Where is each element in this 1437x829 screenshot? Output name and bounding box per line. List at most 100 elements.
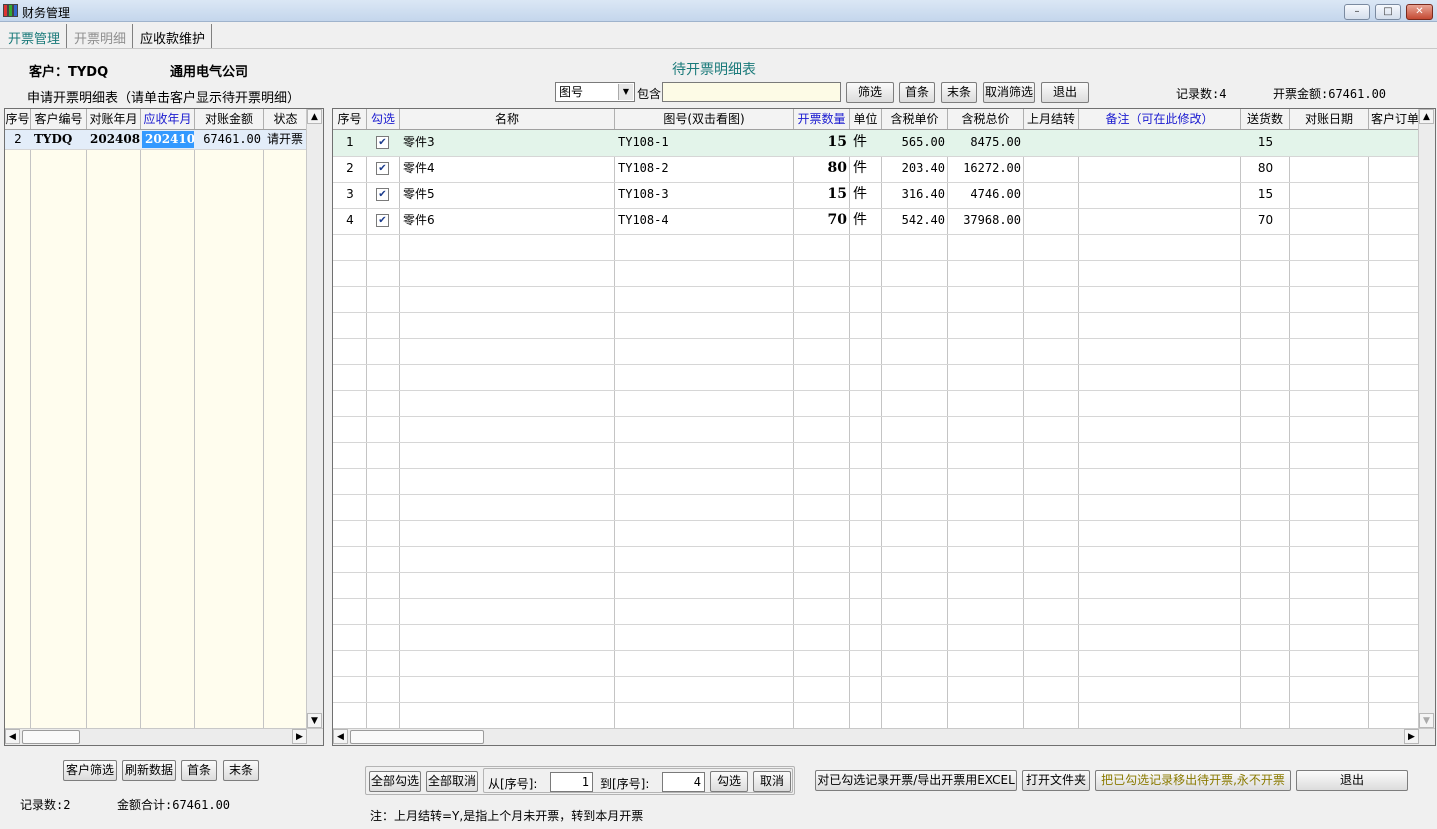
row-checkbox[interactable]: ✔ [367,182,400,208]
row-note[interactable] [1079,156,1241,182]
to-seq-input[interactable]: 4 [662,772,705,792]
col-drawing[interactable]: 图号(双击看图) [615,109,794,129]
chevron-down-icon[interactable]: ▼ [618,84,633,100]
left-horizontal-scrollbar[interactable]: ◀ ▶ [5,728,323,745]
col-seq[interactable]: 序号 [333,109,367,129]
filter-value-input[interactable] [662,82,841,102]
scroll-left-icon[interactable]: ◀ [333,729,348,744]
row-note[interactable] [1079,208,1241,234]
left-first-button[interactable]: 首条 [181,760,217,781]
left-col-status[interactable]: 状态 [264,109,308,129]
left-col-code[interactable]: 客户编号 [31,109,87,129]
tab-receivable-maintenance[interactable]: 应收款维护 [134,24,213,48]
left-col-recv-ym[interactable]: 应收年月 [141,109,195,129]
row-note[interactable] [1079,130,1241,156]
table-row[interactable]: 4 ✔ 零件6 TY108-4 70 件 542.40 37968.00 70 [333,208,1418,234]
col-check[interactable]: 勾选 [367,109,400,129]
exit-button[interactable]: 退出 [1296,770,1408,791]
check-range-button[interactable]: 勾选 [710,771,748,792]
select-all-button[interactable]: 全部勾选 [369,771,421,792]
left-row-amount: 67461.00 [203,132,261,146]
right-scroll-thumb[interactable] [350,730,484,744]
scroll-up-icon[interactable]: ▲ [1419,109,1434,124]
invoice-request-grid[interactable]: 序号 客户编号 对账年月 应收年月 对账金额 状态 2 TYDQ 202408 … [4,108,324,746]
refresh-data-button[interactable]: 刷新数据 [122,760,176,781]
left-amount-total: 金额合计:67461.00 [117,798,231,812]
row-carry [1024,182,1079,208]
customer-filter-button[interactable]: 客户筛选 [63,760,117,781]
row-date [1290,130,1369,156]
col-delivered[interactable]: 送货数 [1241,109,1290,129]
table-row[interactable]: 1 ✔ 零件3 TY108-1 15 件 565.00 8475.00 15 [333,130,1418,156]
maximize-button[interactable]: □ [1375,4,1401,20]
tab-invoice-management[interactable]: 开票管理 [2,24,68,48]
row-delivered: 70 [1257,213,1274,227]
row-drawing[interactable]: TY108-2 [615,156,794,182]
scroll-right-icon[interactable]: ▶ [292,729,307,744]
row-note[interactable] [1079,182,1241,208]
from-seq-input[interactable]: 1 [550,772,593,792]
col-carry[interactable]: 上月结转 [1024,109,1079,129]
deselect-all-button[interactable]: 全部取消 [426,771,478,792]
scroll-left-icon[interactable]: ◀ [5,729,20,744]
right-horizontal-scrollbar[interactable]: ◀ ▶ [333,728,1435,745]
export-invoice-button[interactable]: 对已勾选记录开票/导出开票用EXCEL [815,770,1017,791]
close-button[interactable]: ✕ [1406,4,1433,20]
row-unit: 件 [853,186,867,202]
contains-label: 包含 [637,87,662,101]
first-record-button[interactable]: 首条 [899,82,935,103]
scroll-down-icon[interactable]: ▼ [1419,713,1434,728]
col-price[interactable]: 含税单价 [882,109,948,129]
row-checkbox[interactable]: ✔ [367,208,400,234]
right-vertical-scrollbar[interactable]: ▲ ▼ [1418,109,1435,728]
row-drawing[interactable]: TY108-1 [615,130,794,156]
left-vertical-scrollbar[interactable]: ▲ ▼ [306,109,323,728]
left-col-amount[interactable]: 对账金额 [195,109,264,129]
row-checkbox[interactable]: ✔ [367,130,400,156]
minimize-button[interactable]: – [1344,4,1370,20]
checkbox-icon[interactable]: ✔ [376,214,389,227]
col-unit[interactable]: 单位 [850,109,882,129]
cancel-filter-button[interactable]: 取消筛选 [983,82,1035,103]
move-out-button[interactable]: 把已勾选记录移出待开票,永不开票 [1095,770,1291,791]
row-order [1369,182,1419,208]
checkbox-icon[interactable]: ✔ [376,136,389,149]
col-order[interactable]: 客户订单 [1369,109,1419,129]
row-drawing[interactable]: TY108-4 [615,208,794,234]
right-grid-body: 1 ✔ 零件3 TY108-1 15 件 565.00 8475.00 15 2 ✔ 零件4 TY108… [333,130,1419,730]
tab-invoice-detail[interactable]: 开票明细 [68,24,134,48]
exit-filter-button[interactable]: 退出 [1041,82,1089,103]
checkbox-icon[interactable]: ✔ [376,162,389,175]
left-col-seq[interactable]: 序号 [5,109,31,129]
checkbox-icon[interactable]: ✔ [376,188,389,201]
left-col-ym[interactable]: 对账年月 [87,109,141,129]
table-row[interactable]: 2 TYDQ 202408 202410 67461.00 请开票 [5,130,308,149]
table-row[interactable]: 3 ✔ 零件5 TY108-3 15 件 316.40 4746.00 15 [333,182,1418,208]
filter-field-value: 图号 [559,85,584,99]
left-scroll-thumb[interactable] [22,730,80,744]
col-name[interactable]: 名称 [400,109,615,129]
scroll-down-icon[interactable]: ▼ [307,713,322,728]
table-row[interactable]: 2 ✔ 零件4 TY108-2 80 件 203.40 16272.00 80 [333,156,1418,182]
open-folder-button[interactable]: 打开文件夹 [1022,770,1090,791]
row-delivered: 80 [1257,161,1274,175]
col-qty[interactable]: 开票数量 [794,109,850,129]
cancel-range-button[interactable]: 取消 [753,771,791,792]
scroll-up-icon[interactable]: ▲ [307,109,322,124]
scroll-right-icon[interactable]: ▶ [1404,729,1419,744]
left-last-button[interactable]: 末条 [223,760,259,781]
col-total[interactable]: 含税总价 [948,109,1024,129]
pending-invoice-grid[interactable]: 序号 勾选 名称 图号(双击看图) 开票数量 单位 含税单价 含税总价 上月结转… [332,108,1436,746]
col-note[interactable]: 备注（可在此修改） [1079,109,1241,129]
left-row-recv-ym[interactable]: 202410 [142,131,194,148]
filter-field-select[interactable]: 图号 ▼ [555,82,635,102]
row-total: 37968.00 [963,213,1021,227]
filter-button[interactable]: 筛选 [846,82,894,103]
last-record-button[interactable]: 末条 [941,82,977,103]
row-drawing[interactable]: TY108-3 [615,182,794,208]
row-divider [333,364,1418,365]
col-date[interactable]: 对账日期 [1290,109,1369,129]
row-divider [333,572,1418,573]
row-total: 16272.00 [963,161,1021,175]
row-checkbox[interactable]: ✔ [367,156,400,182]
